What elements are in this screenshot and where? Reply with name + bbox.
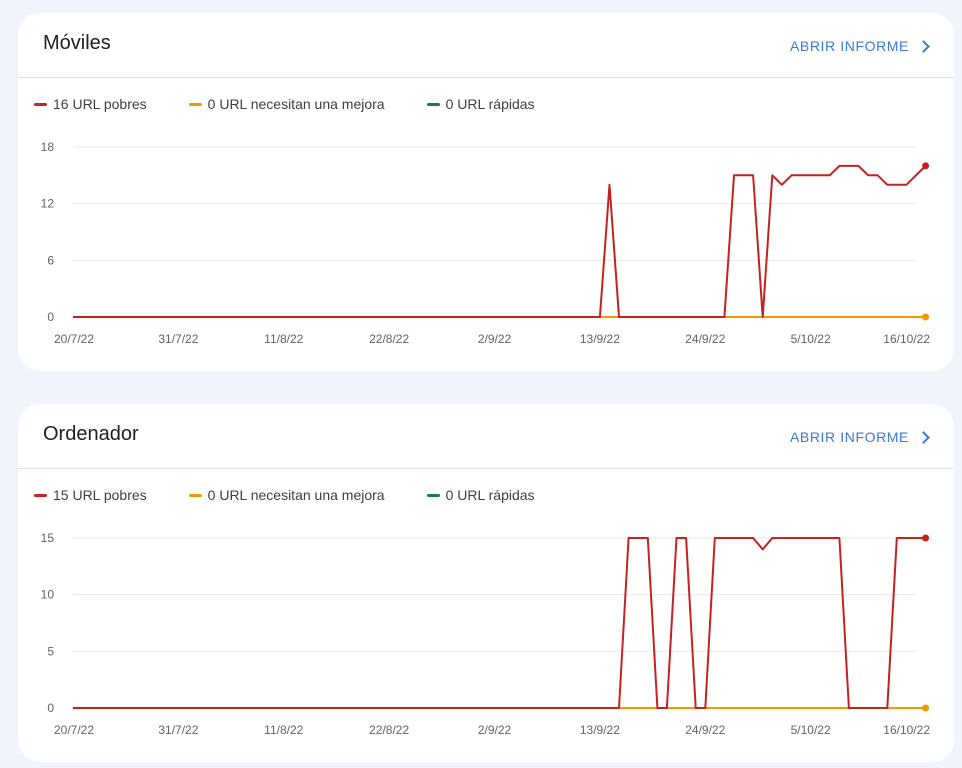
x-tick-label: 31/7/22	[158, 332, 198, 346]
series-end-point	[922, 534, 930, 542]
legend-swatch	[34, 493, 47, 497]
legend-item-poor[interactable]: 15 URL pobres	[34, 487, 147, 503]
x-tick-label: 22/8/22	[369, 332, 409, 346]
x-tick-label: 2/9/22	[478, 723, 512, 737]
y-tick-label: 0	[47, 310, 54, 324]
y-tick-label: 5	[47, 644, 54, 658]
legend-item-needs-improvement[interactable]: 0 URL necesitan una mejora	[188, 96, 385, 112]
x-tick-label: 22/8/22	[369, 723, 409, 737]
legend: 15 URL pobres 0 URL necesitan una mejora…	[34, 487, 577, 503]
legend-item-poor[interactable]: 16 URL pobres	[34, 96, 147, 112]
card-title: Ordenador	[43, 423, 139, 445]
chevron-right-icon	[917, 39, 930, 53]
x-tick-label: 13/9/22	[580, 723, 620, 737]
legend-item-good[interactable]: 0 URL rápidas	[426, 487, 535, 503]
legend-swatch	[188, 493, 202, 497]
legend-label: 0 URL rápidas	[445, 487, 535, 503]
card-mobile: Móviles ABRIR INFORME 16 URL pobres 0 UR…	[18, 13, 954, 371]
x-tick-label: 5/10/22	[791, 332, 831, 346]
x-tick-label: 16/10/22	[883, 723, 930, 737]
x-tick-label: 24/9/22	[685, 332, 725, 346]
line-chart: 0 6 12 18 20/7/22 31/7/22 11/8/22 22/8/22 2/9/22…	[41, 140, 931, 346]
series-line	[73, 537, 926, 709]
y-tick-label: 0	[47, 701, 54, 715]
legend-label: 0 URL necesitan una mejora	[207, 487, 385, 503]
card-header: Ordenador ABRIR INFORME	[18, 404, 954, 469]
x-tick-label: 16/10/22	[883, 332, 930, 346]
series-line	[73, 164, 927, 318]
y-tick-label: 18	[41, 140, 55, 154]
open-report-label: ABRIR INFORME	[789, 38, 909, 54]
x-tick-label: 20/7/22	[54, 332, 94, 346]
x-tick-label: 11/8/22	[264, 723, 303, 737]
x-tick-label: 2/9/22	[478, 332, 512, 346]
legend-label: 16 URL pobres	[53, 96, 147, 112]
y-tick-label: 12	[41, 197, 55, 211]
y-tick-label: 15	[41, 531, 55, 545]
chevron-right-icon	[917, 430, 930, 444]
x-tick-label: 24/9/22	[685, 723, 725, 737]
legend-label: 0 URL rápidas	[445, 96, 535, 112]
card-title: Móviles	[43, 32, 111, 54]
legend: 16 URL pobres 0 URL necesitan una mejora…	[34, 96, 577, 112]
open-report-link[interactable]: ABRIR INFORME	[789, 38, 930, 54]
x-tick-label: 5/10/22	[791, 723, 831, 737]
x-tick-label: 13/9/22	[580, 332, 620, 346]
y-tick-label: 10	[41, 588, 55, 602]
y-tick-label: 6	[47, 253, 54, 267]
legend-swatch	[426, 493, 440, 497]
legend-label: 0 URL necesitan una mejora	[207, 96, 385, 112]
legend-label: 15 URL pobres	[53, 487, 147, 503]
line-chart: 0 5 10 15 20/7/22 31/7/22 11/8/22 22/8/22 2/9/22…	[41, 531, 931, 737]
x-tick-label: 31/7/22	[158, 723, 198, 737]
series-end-point	[922, 313, 930, 321]
x-tick-label: 11/8/22	[264, 332, 303, 346]
series-end-point	[922, 704, 930, 712]
x-tick-label: 20/7/22	[54, 723, 94, 737]
legend-item-needs-improvement[interactable]: 0 URL necesitan una mejora	[188, 487, 385, 503]
legend-swatch	[188, 102, 202, 106]
series-end-point	[922, 162, 930, 170]
card-header: Móviles ABRIR INFORME	[18, 13, 954, 78]
legend-swatch	[426, 102, 440, 106]
legend-swatch	[34, 102, 47, 106]
card-desktop: Ordenador ABRIR INFORME 15 URL pobres 0 …	[18, 404, 954, 762]
open-report-label: ABRIR INFORME	[789, 429, 909, 445]
legend-item-good[interactable]: 0 URL rápidas	[426, 96, 535, 112]
open-report-link[interactable]: ABRIR INFORME	[789, 429, 930, 445]
